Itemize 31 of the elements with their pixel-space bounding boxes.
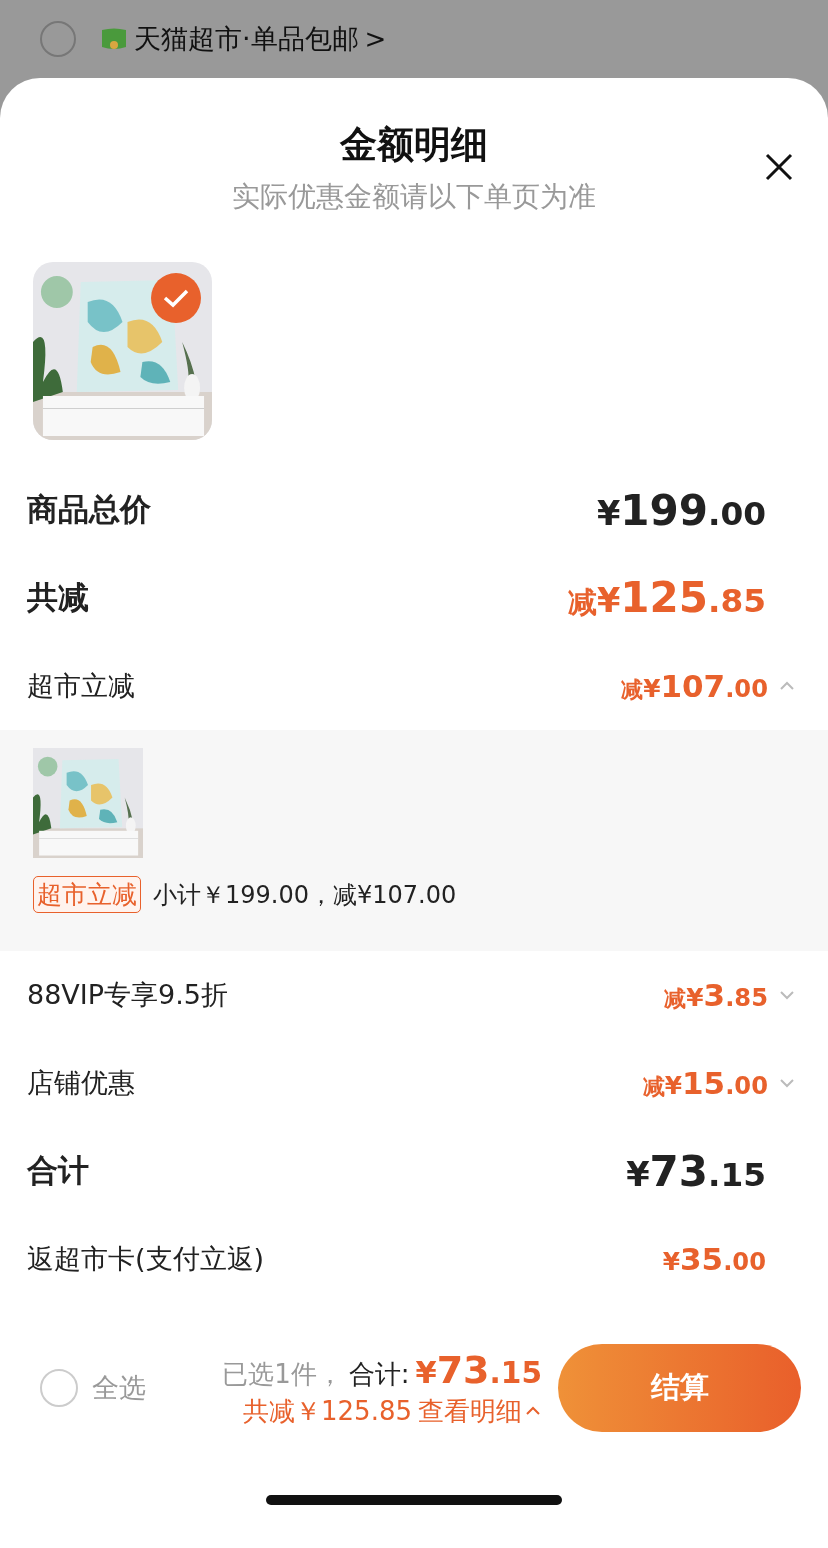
store-logo-icon: [100, 27, 128, 51]
row-label: 商品总价: [27, 490, 151, 529]
checkout-button[interactable]: 结算: [558, 1344, 801, 1432]
checkbox[interactable]: [40, 21, 76, 57]
amount: ¥73.15: [626, 1146, 766, 1196]
savings-text: 共减￥125.85: [243, 1394, 412, 1428]
total-label: 合计:: [348, 1357, 410, 1391]
promo-tag: 超市立减: [33, 876, 141, 913]
row-label: 超市立减: [27, 669, 135, 703]
row-label: 店铺优惠: [27, 1066, 135, 1100]
row-label: 合计: [27, 1151, 89, 1190]
selected-count: 已选1件，: [222, 1357, 343, 1391]
amount: 减¥15.00: [642, 1065, 768, 1101]
amount: ¥35.00: [662, 1241, 766, 1277]
amount: 减¥125.85: [567, 573, 766, 623]
sheet-subtitle: 实际优惠金额请以下单页为准: [232, 179, 596, 215]
subtotal-text: 小计￥199.00，减¥107.00: [153, 879, 457, 911]
amount: ¥199.00: [596, 485, 766, 535]
amount: 减¥107.00: [621, 668, 768, 704]
close-icon[interactable]: [764, 152, 794, 182]
row-label: 88VIP专享9.5折: [27, 978, 228, 1012]
select-all-checkbox[interactable]: [40, 1369, 78, 1407]
row-label: 共减: [27, 578, 89, 617]
select-all-label[interactable]: 全选: [92, 1370, 146, 1406]
sheet-title: 金额明细: [340, 122, 488, 168]
chevron-icon[interactable]: >: [364, 24, 387, 54]
total-price: ¥73.15: [415, 1347, 542, 1392]
details-link[interactable]: 查看明细: [418, 1393, 542, 1429]
amount: 减¥3.85: [664, 977, 768, 1013]
store-name[interactable]: 天猫超市·单品包邮: [134, 21, 359, 57]
row-label: 返超市卡(支付立返): [27, 1242, 265, 1276]
